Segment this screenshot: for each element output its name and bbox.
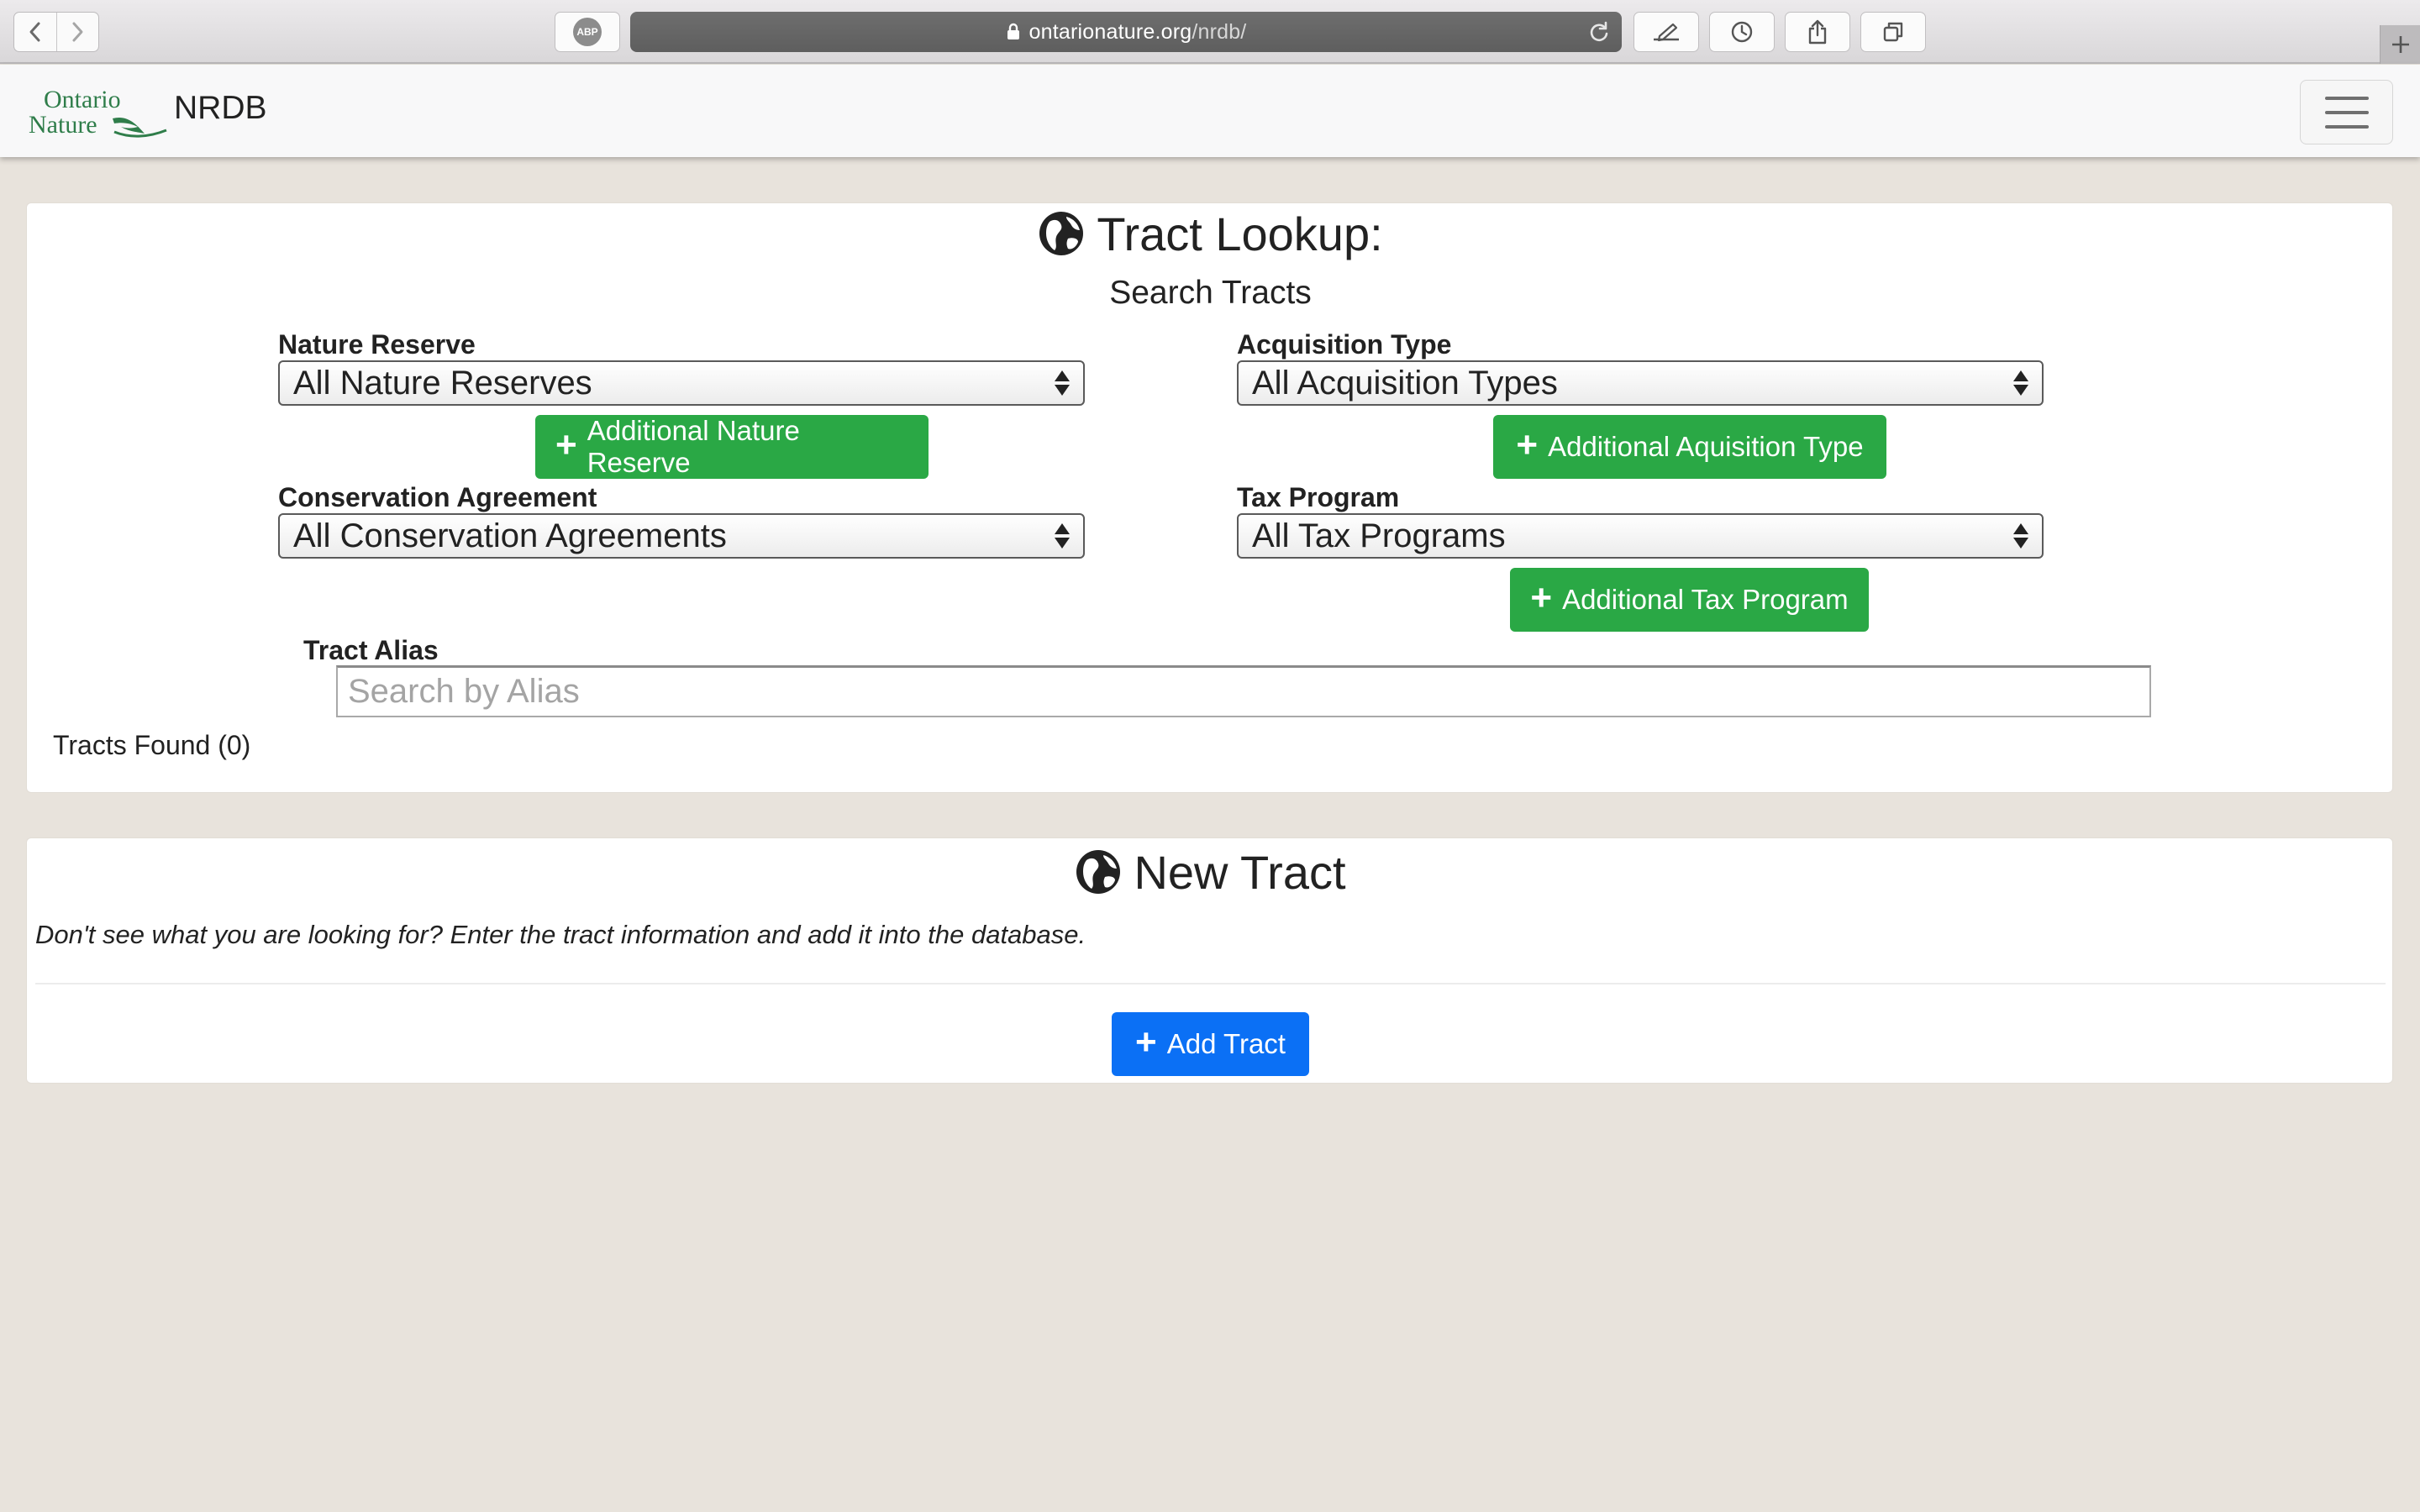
url-text: ontarionature.org/nrdb/ <box>1029 20 1247 45</box>
conservation-agreement-label: Conservation Agreement <box>278 482 597 512</box>
new-tract-description: Don't see what you are looking for? Ente… <box>35 920 1086 949</box>
tract-lookup-card: Tract Lookup: Search Tracts Nature Reser… <box>26 202 2393 793</box>
tract-lookup-title: Tract Lookup: <box>1097 207 1383 260</box>
acquisition-type-selected: All Acquisition Types <box>1252 364 1558 402</box>
add-tract-label: Add Tract <box>1166 1028 1286 1059</box>
nature-reserve-select[interactable]: All Nature Reserves <box>278 360 1085 406</box>
add-tax-program-label: Additional Tax Program <box>1562 584 1849 615</box>
add-nature-reserve-label: Additional Nature Reserve <box>587 415 800 478</box>
new-tract-title: New Tract <box>1134 845 1346 899</box>
adblock-icon: ABP <box>573 18 602 46</box>
share-button[interactable] <box>1785 12 1850 52</box>
search-tracts-subtitle: Search Tracts <box>1109 275 1312 311</box>
site-navbar: Ontario Nature NRDB <box>0 65 2420 157</box>
back-button[interactable] <box>14 13 57 51</box>
clock-icon <box>1731 21 1753 43</box>
logo-text-line1: Ontario <box>44 86 121 113</box>
adblock-button[interactable]: ABP <box>555 12 620 52</box>
tract-alias-label: Tract Alias <box>303 635 439 665</box>
add-tract-button[interactable]: + Add Tract <box>1112 1012 1309 1076</box>
history-button[interactable] <box>1709 12 1775 52</box>
tax-program-select[interactable]: All Tax Programs <box>1237 513 2044 559</box>
tax-program-label: Tax Program <box>1237 482 1400 512</box>
acquisition-type-label: Acquisition Type <box>1237 329 1452 360</box>
tracts-found-count: Tracts Found (0) <box>53 730 251 760</box>
conservation-agreement-select[interactable]: All Conservation Agreements <box>278 513 1085 559</box>
browser-toolbar: ABP ontarionature.org/nrdb/ <box>0 0 2420 64</box>
divider <box>35 983 2386 984</box>
tract-alias-search-input[interactable] <box>336 665 2151 717</box>
tabs-overview-button[interactable] <box>1860 12 1926 52</box>
ontario-nature-logo[interactable]: Ontario Nature <box>27 85 170 142</box>
adblock-label: ABP <box>576 26 598 38</box>
globe-icon <box>1039 212 1084 255</box>
brand-name[interactable]: NRDB <box>174 90 267 127</box>
loon-icon <box>113 117 145 134</box>
new-tract-heading: New Tract <box>27 845 2394 899</box>
history-nav <box>13 12 99 52</box>
menu-toggle-button[interactable] <box>2300 80 2393 144</box>
add-tax-program-button[interactable]: + Additional Tax Program <box>1510 568 1869 632</box>
share-icon <box>1808 19 1827 45</box>
plus-icon: + <box>1530 577 1553 618</box>
select-arrows-icon <box>1050 370 1075 396</box>
plus-icon: + <box>1135 1021 1157 1063</box>
conservation-agreement-selected: All Conservation Agreements <box>293 517 727 554</box>
new-tab-button[interactable] <box>2380 25 2420 64</box>
new-tract-card: New Tract Don't see what you are looking… <box>26 837 2393 1084</box>
nature-reserve-label: Nature Reserve <box>278 329 476 360</box>
logo-mark: Ontario Nature <box>29 86 167 139</box>
forward-button[interactable] <box>57 13 99 51</box>
markup-button[interactable] <box>1634 12 1699 52</box>
acquisition-type-select[interactable]: All Acquisition Types <box>1237 360 2044 406</box>
add-nature-reserve-button[interactable]: + Additional Nature Reserve <box>535 415 929 479</box>
add-acquisition-type-button[interactable]: + Additional Aquisition Type <box>1493 415 1886 479</box>
select-arrows-icon <box>2008 370 2033 396</box>
plus-icon: + <box>1516 424 1539 465</box>
hamburger-bar <box>2324 124 2369 129</box>
reload-icon[interactable] <box>1588 21 1610 43</box>
chevron-right-icon <box>72 22 83 42</box>
hamburger-bar <box>2324 110 2369 114</box>
address-bar[interactable]: ontarionature.org/nrdb/ <box>630 12 1622 52</box>
add-acquisition-type-label: Additional Aquisition Type <box>1548 431 1864 462</box>
pencil-icon <box>1654 23 1679 42</box>
url-domain: ontarionature.org <box>1028 19 1192 44</box>
lock-icon <box>1007 23 1019 39</box>
nature-reserve-selected: All Nature Reserves <box>293 364 592 402</box>
chevron-left-icon <box>29 22 40 42</box>
globe-icon <box>1076 850 1121 894</box>
logo-text-line2: Nature <box>29 111 97 139</box>
plus-icon <box>2391 36 2409 53</box>
hamburger-bar <box>2324 96 2369 100</box>
tax-program-selected: All Tax Programs <box>1252 517 1506 554</box>
select-arrows-icon <box>1050 523 1075 549</box>
url-path: /nrdb/ <box>1192 19 1247 44</box>
tract-lookup-heading: Tract Lookup: <box>27 204 2394 263</box>
select-arrows-icon <box>2008 523 2033 549</box>
tabs-icon <box>1883 22 1903 42</box>
plus-icon: + <box>555 424 577 465</box>
